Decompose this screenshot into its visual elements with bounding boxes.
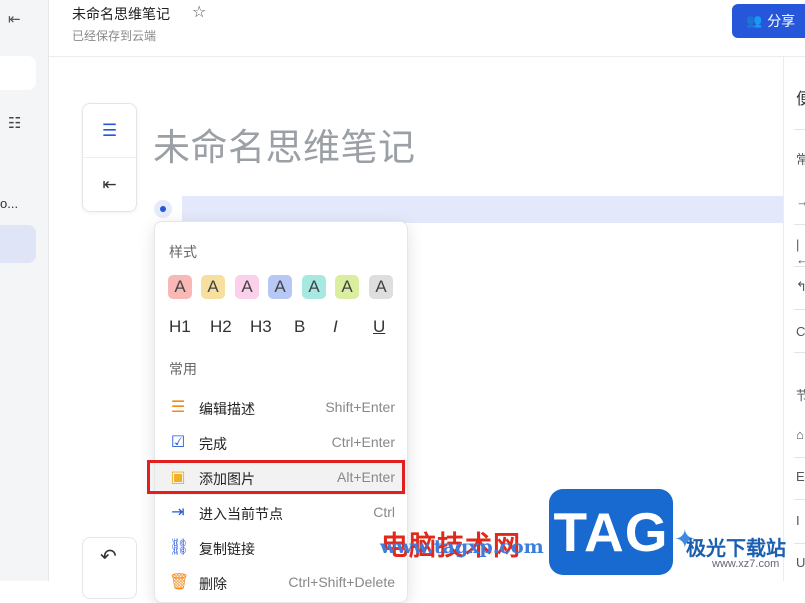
panel-item-e[interactable]: E (796, 469, 805, 484)
edit-description-icon: ☰ (170, 399, 186, 416)
panel-section-node: 节 (796, 388, 805, 403)
divider (794, 224, 805, 225)
panel-item-underline[interactable]: U (796, 555, 805, 570)
panel-item-outdent-icon[interactable]: |← (796, 237, 805, 267)
heading3-button[interactable]: H3 (250, 317, 272, 337)
highlight-outline (147, 460, 405, 494)
heading1-button[interactable]: H1 (169, 317, 191, 337)
left-sidebar: ⇤ ☷ o... (0, 0, 49, 581)
node-context-menu: 样式 AAAAAAA H1 H2 H3 B I U 常用 ☰ 编辑描述 Shift+Enter… (154, 221, 408, 603)
bold-button[interactable]: B (294, 317, 305, 337)
menu-item[interactable]: ☰ 编辑描述 Shift+Enter (155, 390, 407, 425)
outline-view-icon[interactable]: ☰ (83, 104, 136, 157)
divider (794, 266, 805, 267)
panel-item-return-icon[interactable]: ↰ (796, 279, 805, 295)
watermark-site-cn: 极光下载站 (686, 538, 786, 560)
menu-item[interactable]: ☑ 完成 Ctrl+Enter (155, 425, 407, 460)
trash-icon: 🗑 (169, 574, 190, 591)
sidebar-search-box[interactable] (0, 56, 36, 90)
menu-item[interactable]: ⇥ 进入当前节点 Ctrl (155, 495, 407, 530)
header: 未命名思维笔记 ☆ 已经保存到云端 👥 分享 (49, 0, 805, 57)
panel-item-brush-icon[interactable]: ⌂ (796, 427, 804, 442)
watermark-url: www.tagxp.com (380, 536, 544, 558)
watermark-site-url: www.xz7.com (712, 558, 780, 570)
color-swatch[interactable]: A (302, 275, 326, 299)
heading2-button[interactable]: H2 (210, 317, 232, 337)
share-button[interactable]: 👥 分享 (732, 4, 805, 38)
menu-item-shortcut: Ctrl (373, 504, 395, 520)
star-icon[interactable]: ☆ (192, 2, 206, 22)
menu-item[interactable]: ⛓ 复制链接 (155, 530, 407, 565)
save-status: 已经保存到云端 (72, 29, 157, 43)
enter-node-icon: ⇥ (171, 504, 185, 521)
color-swatch[interactable]: A (168, 275, 192, 299)
watermark-tag-logo: TAG (549, 489, 673, 575)
panel-item-indent-icon[interactable]: → (796, 194, 805, 209)
menu-item-shortcut: Ctrl+Shift+Delete (288, 574, 395, 590)
panel-item-italic[interactable]: I (796, 513, 800, 528)
divider (794, 129, 805, 130)
color-swatch[interactable]: A (369, 275, 393, 299)
right-panel: 便 常 → |← ↰ C 节 ⌂ E I U (783, 57, 805, 581)
divider (794, 543, 805, 544)
collapse-sidebar-icon[interactable]: ⇤ (8, 10, 21, 28)
common-section-label: 常用 (169, 361, 197, 377)
style-section-label: 样式 (169, 244, 197, 260)
undo-toolbar: ↶ (82, 537, 137, 599)
menu-item-shortcut: Shift+Enter (325, 399, 395, 415)
users-icon: 👥 (746, 13, 763, 28)
divider (794, 309, 805, 310)
menu-item-label: 完成 (199, 436, 227, 452)
sidebar-item-active[interactable] (0, 225, 36, 263)
color-swatch[interactable]: A (235, 275, 259, 299)
menu-item-label: 复制链接 (199, 541, 255, 557)
node-input[interactable] (182, 196, 783, 223)
list-icon[interactable]: ☷ (8, 114, 21, 132)
menu-item[interactable]: 🗑 删除 Ctrl+Shift+Delete (155, 565, 407, 600)
node-bullet[interactable] (154, 200, 172, 218)
link-icon: ⛓ (169, 539, 190, 556)
italic-button[interactable]: I (333, 317, 338, 337)
share-label: 分享 (767, 13, 796, 29)
underline-button[interactable]: U (373, 317, 385, 337)
color-swatch[interactable]: A (201, 275, 225, 299)
undo-icon[interactable]: ↶ (100, 544, 117, 569)
color-swatch[interactable]: A (268, 275, 292, 299)
sidebar-item-truncated[interactable]: o... (0, 196, 18, 211)
color-swatch[interactable]: A (335, 275, 359, 299)
menu-item-label: 删除 (199, 576, 227, 592)
divider (794, 499, 805, 500)
divider (794, 352, 805, 353)
panel-item-c[interactable]: C (796, 324, 805, 339)
menu-item-shortcut: Ctrl+Enter (331, 434, 395, 450)
panel-title: 便 (796, 91, 805, 108)
panel-section-common: 常 (796, 152, 805, 167)
view-toolbar: ☰ ⇤ (82, 103, 137, 212)
menu-item-label: 进入当前节点 (199, 506, 283, 522)
map-title[interactable]: 未命名思维笔记 (153, 117, 416, 171)
indent-view-icon[interactable]: ⇤ (83, 158, 136, 211)
checkbox-icon: ☑ (170, 434, 186, 451)
divider (794, 457, 805, 458)
menu-item-label: 编辑描述 (199, 401, 255, 417)
document-title[interactable]: 未命名思维笔记 (72, 4, 170, 24)
